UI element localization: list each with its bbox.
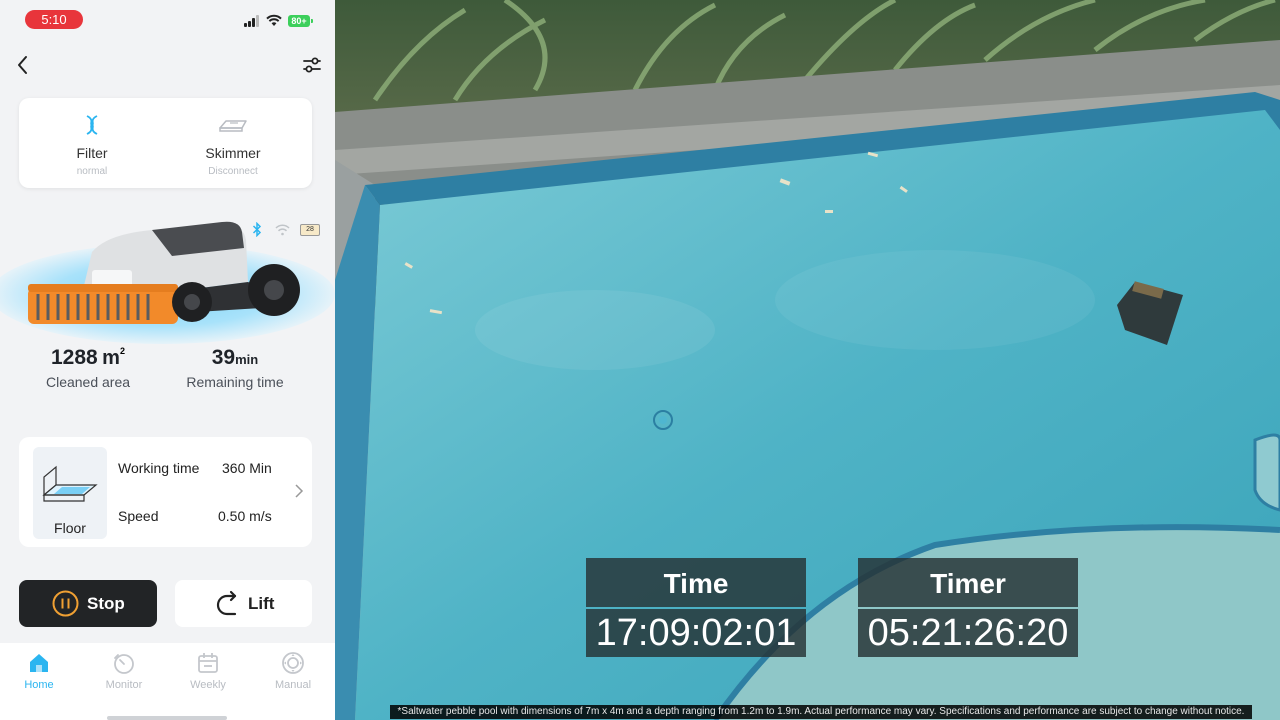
cleaned-area-metric: 1288 m2 Cleaned area <box>13 346 163 390</box>
tab-manual-label: Manual <box>274 679 312 691</box>
lift-button-label: Lift <box>248 594 275 613</box>
top-nav <box>0 48 335 82</box>
pause-icon <box>52 590 79 617</box>
robot-battery-badge: 28 <box>300 224 320 236</box>
status-bar: 5:10 80+ <box>0 0 335 40</box>
time-overlay: Time 17:09:02:01 <box>586 558 806 657</box>
working-time-label: Working time <box>118 460 200 476</box>
filter-icon <box>86 115 98 135</box>
remaining-time-unit: min <box>235 352 259 367</box>
timer-overlay-value: 05:21:26:20 <box>858 609 1078 657</box>
mode-name: Floor <box>54 520 86 536</box>
home-indicator <box>107 716 227 720</box>
working-time-value: 360 Min <box>222 460 272 476</box>
cleaned-area-value: 1288 <box>51 346 98 369</box>
cellular-signal-icon <box>244 15 262 27</box>
filter-status[interactable]: Filter normal <box>19 98 165 188</box>
lift-button[interactable]: Lift <box>175 580 312 627</box>
pool-video: Time 17:09:02:01 Timer 05:21:26:20 <box>335 0 1280 720</box>
device-status-card: Filter normal Skimmer Disconnect <box>19 98 312 188</box>
monitor-icon <box>114 654 134 674</box>
cleaned-area-unit: m <box>102 347 120 369</box>
skimmer-icon <box>219 120 247 132</box>
tab-home[interactable]: Home <box>9 651 69 691</box>
tab-weekly[interactable]: Weekly <box>178 651 238 691</box>
settings-sliders-icon[interactable] <box>300 54 324 76</box>
disclaimer-caption: *Saltwater pebble pool with dimensions o… <box>390 705 1252 719</box>
lift-arrow-icon <box>216 590 237 616</box>
cleaning-mode-card[interactable]: Floor Working time 360 Min Speed 0.50 m/… <box>19 437 312 547</box>
wifi-off-icon <box>275 224 290 236</box>
robot-visual: 28 <box>0 200 335 350</box>
timer-overlay: Timer 05:21:26:20 <box>858 558 1078 657</box>
back-button[interactable] <box>12 52 34 78</box>
skimmer-title: Skimmer <box>205 145 261 161</box>
wifi-icon <box>266 14 282 26</box>
skimmer-state: Disconnect <box>208 166 258 177</box>
tab-monitor-label: Monitor <box>105 679 143 691</box>
remaining-time-metric: 39min Remaining time <box>160 346 310 390</box>
stop-button-label: Stop <box>87 594 125 613</box>
chevron-right-icon <box>295 484 304 498</box>
tab-monitor[interactable]: Monitor <box>94 651 154 691</box>
status-time: 5:10 <box>25 10 83 29</box>
cleaned-area-label: Cleaned area <box>45 374 131 390</box>
home-icon <box>30 654 48 672</box>
battery-indicator: 80+ <box>288 15 313 27</box>
manual-icon <box>282 652 304 674</box>
speed-value: 0.50 m/s <box>218 508 272 524</box>
bottom-tab-bar: Home Monitor Weekly Manual <box>0 643 335 720</box>
floor-mode-thumbnail: Floor <box>33 447 107 539</box>
filter-title: Filter <box>76 145 108 161</box>
robot-connectivity: 28 <box>252 222 322 238</box>
app-panel: 5:10 80+ Filter normal Skimmer Disconnec… <box>0 0 335 720</box>
timer-overlay-title: Timer <box>858 558 1078 607</box>
calendar-icon <box>198 653 218 673</box>
bluetooth-icon <box>252 222 262 237</box>
time-overlay-title: Time <box>586 558 806 607</box>
speed-row: Speed 0.50 m/s <box>118 508 272 524</box>
working-time-row: Working time 360 Min <box>118 460 272 476</box>
tab-manual[interactable]: Manual <box>263 651 323 691</box>
cleaned-area-unit-sup: 2 <box>119 346 125 356</box>
pool-scene-image <box>335 0 1280 720</box>
remaining-time-value: 39 <box>211 346 236 369</box>
stop-button[interactable]: Stop <box>19 580 157 627</box>
speed-label: Speed <box>118 508 159 524</box>
tab-weekly-label: Weekly <box>190 679 226 691</box>
skimmer-status[interactable]: Skimmer Disconnect <box>160 98 306 188</box>
time-overlay-value: 17:09:02:01 <box>586 609 806 657</box>
cleaning-metrics: 1288 m2 Cleaned area 39min Remaining tim… <box>0 346 335 402</box>
filter-state: normal <box>76 166 108 177</box>
tab-home-label: Home <box>24 679 54 691</box>
remaining-time-label: Remaining time <box>186 374 284 390</box>
floor-mode-icon <box>42 465 98 502</box>
